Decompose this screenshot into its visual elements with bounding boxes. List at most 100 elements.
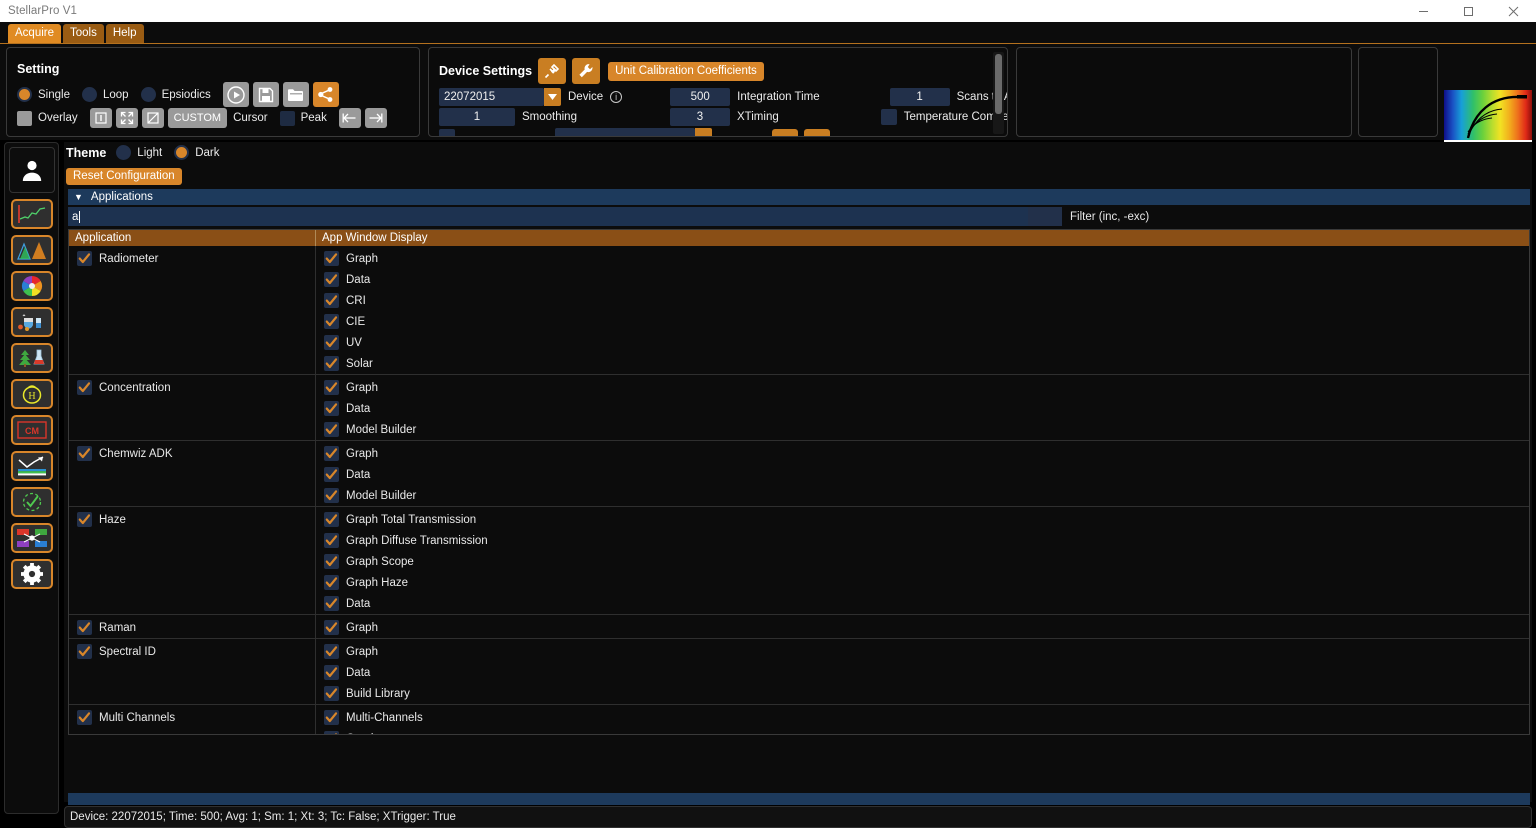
custom-button[interactable]: CUSTOM xyxy=(168,108,227,128)
checkbox-checked[interactable] xyxy=(324,554,339,569)
user-avatar[interactable] xyxy=(9,147,55,193)
app-window-item[interactable]: CIE xyxy=(316,311,1529,332)
menu-tab-tools[interactable]: Tools xyxy=(63,24,104,43)
overlay-checkbox[interactable] xyxy=(17,111,32,126)
bin-button[interactable] xyxy=(90,108,112,128)
checkbox-checked[interactable] xyxy=(324,575,339,590)
checkbox-checked[interactable] xyxy=(77,380,92,395)
app-window-item[interactable]: Multi-Channels xyxy=(316,707,1529,728)
checkbox-checked[interactable] xyxy=(77,251,92,266)
sidebar-item-spectrum-graph[interactable] xyxy=(11,199,53,229)
sidebar-item-color[interactable] xyxy=(11,271,53,301)
close-button[interactable] xyxy=(1491,0,1536,22)
checkbox-checked[interactable] xyxy=(77,644,92,659)
sidebar-item-chemistry[interactable] xyxy=(11,343,53,373)
app-window-item[interactable]: Data xyxy=(316,398,1529,419)
play-button[interactable] xyxy=(223,82,249,107)
xtiming-field[interactable]: 3 xyxy=(670,108,730,126)
filter-mode-box[interactable] xyxy=(1028,207,1062,226)
graph-slash-button[interactable] xyxy=(142,108,164,128)
sidebar-item-radiometer[interactable] xyxy=(11,235,53,265)
application-item[interactable]: Multi Channels xyxy=(69,707,315,728)
sidebar-item-haze[interactable]: H xyxy=(11,379,53,409)
checkbox-checked[interactable] xyxy=(324,488,339,503)
checkbox-checked[interactable] xyxy=(324,446,339,461)
checkbox-checked[interactable] xyxy=(77,446,92,461)
app-window-item[interactable]: CRI xyxy=(316,290,1529,311)
peak-prev-button[interactable] xyxy=(339,108,361,128)
device-settings-scrollbar[interactable] xyxy=(993,52,1004,134)
app-window-item[interactable]: Graph Scope xyxy=(316,551,1529,572)
checkbox-checked[interactable] xyxy=(324,731,339,734)
checkbox-checked[interactable] xyxy=(324,422,339,437)
checkbox-checked[interactable] xyxy=(77,512,92,527)
minimize-button[interactable] xyxy=(1401,0,1446,22)
checkbox-checked[interactable] xyxy=(324,467,339,482)
app-window-item[interactable]: Graph Total Transmission xyxy=(316,509,1529,530)
applications-section-header[interactable]: ▼ Applications xyxy=(68,189,1530,205)
checkbox-checked[interactable] xyxy=(324,644,339,659)
app-window-item[interactable]: Graph xyxy=(316,443,1529,464)
checkbox-checked[interactable] xyxy=(324,512,339,527)
sidebar-item-spectral-id[interactable] xyxy=(11,451,53,481)
application-item[interactable]: Radiometer xyxy=(69,248,315,269)
checkbox-checked[interactable] xyxy=(324,251,339,266)
app-window-item[interactable]: Data xyxy=(316,662,1529,683)
checkbox-checked[interactable] xyxy=(77,710,92,725)
checkbox-checked[interactable] xyxy=(324,533,339,548)
peak-next-button[interactable] xyxy=(365,108,387,128)
checkbox-checked[interactable] xyxy=(324,665,339,680)
device-select-dropdown-icon[interactable] xyxy=(544,88,561,106)
app-window-item[interactable]: Data xyxy=(316,269,1529,290)
checkbox-checked[interactable] xyxy=(324,314,339,329)
theme-radio-light[interactable] xyxy=(116,145,131,160)
partial-dropdown-icon[interactable] xyxy=(695,128,712,137)
app-window-item[interactable]: Build Library xyxy=(316,683,1529,704)
application-item[interactable]: Raman xyxy=(69,617,315,638)
sidebar-item-chemwiz[interactable]: CM xyxy=(11,415,53,445)
share-button[interactable] xyxy=(313,82,339,107)
app-window-item[interactable]: Model Builder xyxy=(316,485,1529,506)
app-window-item[interactable]: UV xyxy=(316,332,1529,353)
radio-single[interactable] xyxy=(17,87,32,102)
radio-loop[interactable] xyxy=(82,87,97,102)
checkbox-checked[interactable] xyxy=(324,620,339,635)
checkbox-checked[interactable] xyxy=(324,272,339,287)
device-select-value[interactable]: 22072015 xyxy=(439,88,544,106)
sidebar-item-multi-channels[interactable] xyxy=(11,523,53,553)
app-window-item[interactable]: Data xyxy=(316,593,1529,614)
reset-configuration-button[interactable]: Reset Configuration xyxy=(66,168,182,185)
cursor-checkbox[interactable] xyxy=(280,111,295,126)
checkbox-checked[interactable] xyxy=(324,293,339,308)
app-window-item[interactable]: Graph Haze xyxy=(316,572,1529,593)
bottom-collapsed-section-header[interactable] xyxy=(68,793,1530,805)
checkbox-checked[interactable] xyxy=(324,356,339,371)
partial-button-1[interactable] xyxy=(772,129,798,137)
application-item[interactable]: Chemwiz ADK xyxy=(69,443,315,464)
checkbox-checked[interactable] xyxy=(324,401,339,416)
wrench-button[interactable] xyxy=(572,58,600,84)
app-window-item[interactable]: Overlay xyxy=(316,728,1529,734)
save-button[interactable] xyxy=(253,82,279,107)
checkbox-checked[interactable] xyxy=(77,620,92,635)
checkbox-checked[interactable] xyxy=(324,686,339,701)
filter-input[interactable]: a xyxy=(68,207,1028,226)
app-window-item[interactable]: Graph xyxy=(316,641,1529,662)
collapse-button[interactable] xyxy=(116,108,138,128)
device-info-icon[interactable]: i xyxy=(610,91,622,103)
partial-field[interactable] xyxy=(555,128,695,137)
app-window-item[interactable]: Model Builder xyxy=(316,419,1529,440)
menu-tab-acquire[interactable]: Acquire xyxy=(8,24,61,43)
application-item[interactable]: Haze xyxy=(69,509,315,530)
app-window-item[interactable]: Graph xyxy=(316,377,1529,398)
sidebar-item-concentration[interactable] xyxy=(11,307,53,337)
temperature-compensation-checkbox[interactable] xyxy=(881,109,897,125)
integration-time-field[interactable]: 500 xyxy=(670,88,730,106)
smoothing-field[interactable]: 1 xyxy=(439,108,515,126)
sidebar-item-settings[interactable] xyxy=(11,559,53,589)
app-window-item[interactable]: Solar xyxy=(316,353,1529,374)
radio-epsiodics[interactable] xyxy=(141,87,156,102)
checkbox-checked[interactable] xyxy=(324,335,339,350)
app-window-item[interactable]: Data xyxy=(316,464,1529,485)
maximize-button[interactable] xyxy=(1446,0,1491,22)
